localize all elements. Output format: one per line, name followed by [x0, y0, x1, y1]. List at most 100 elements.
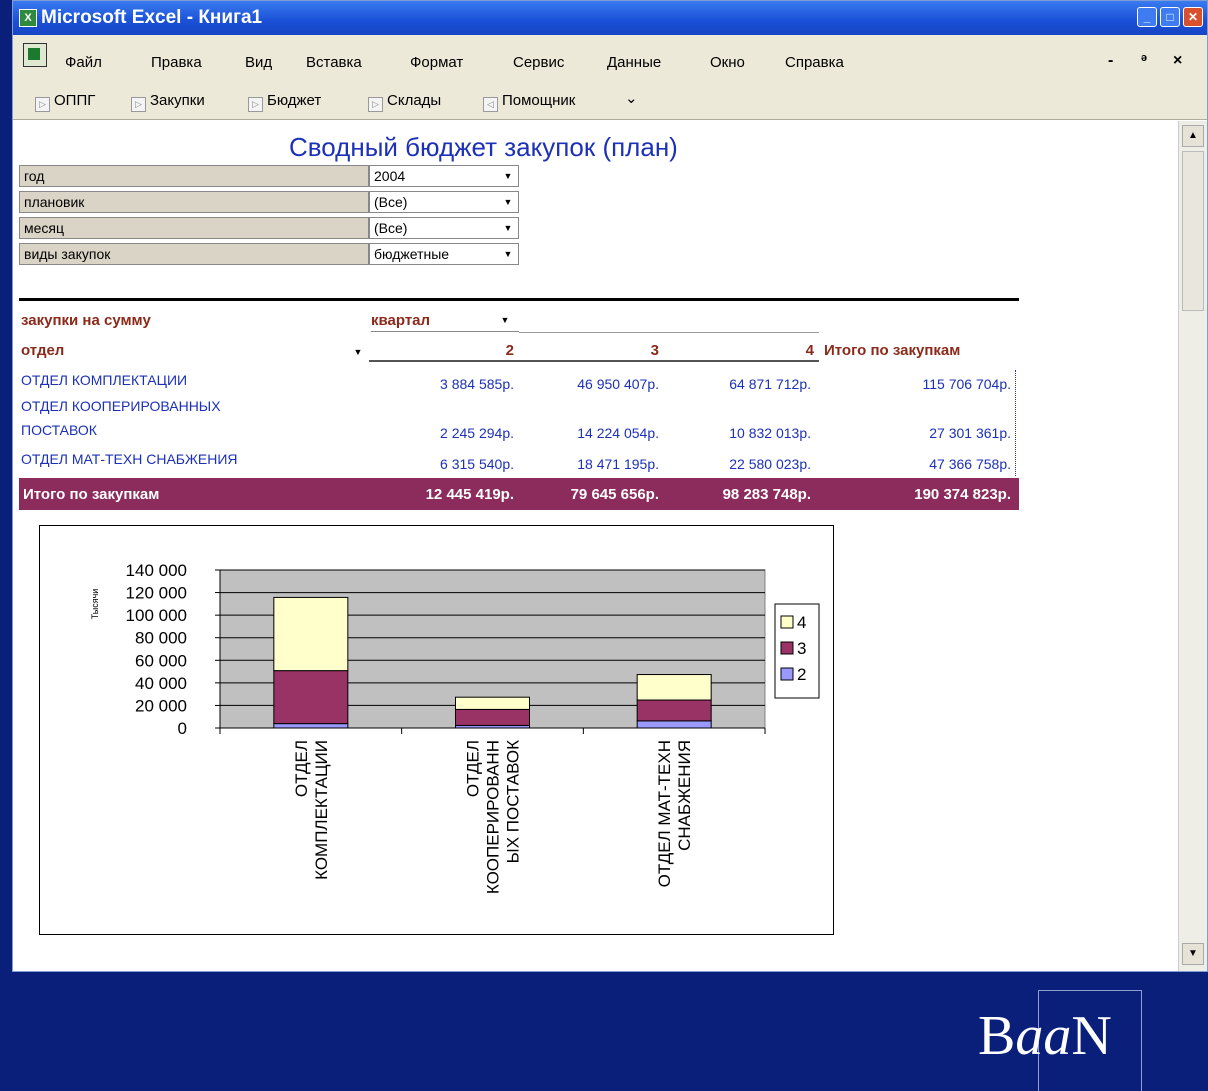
menu-view[interactable]: Вид	[245, 54, 272, 71]
bar-segment	[455, 708, 530, 726]
value-cell-total: 27 301 361р.	[929, 425, 1011, 441]
row-field-dropdown[interactable]: ▼	[344, 342, 368, 362]
menu-edit[interactable]: Правка	[151, 54, 202, 71]
value-cell: 3 884 585р.	[440, 376, 514, 392]
column-header-total: Итого по закупкам	[824, 342, 961, 359]
page-icon: ▷	[368, 97, 383, 112]
toolbar-purchases[interactable]: ▷ Закупки	[131, 92, 205, 112]
y-tick-label: 120 000	[126, 584, 187, 603]
doc-close-button[interactable]: ×	[1173, 52, 1182, 70]
window-title: Microsoft Excel - Книга1	[41, 7, 263, 28]
page-icon: ▷	[35, 97, 50, 112]
dropdown-arrow-icon[interactable]: ▼	[497, 312, 513, 328]
legend-label: 4	[797, 613, 806, 632]
menu-data[interactable]: Данные	[607, 54, 661, 71]
excel-app-icon[interactable]: X	[19, 9, 37, 27]
toolbar-oppg[interactable]: ▷ ОППГ	[35, 92, 95, 112]
minimize-button[interactable]: _	[1137, 7, 1157, 27]
menu-window[interactable]: Окно	[710, 54, 745, 71]
y-tick-label: 80 000	[135, 629, 187, 648]
value-cell: 10 832 013р.	[729, 425, 811, 441]
column-field-button[interactable]: квартал ▼	[371, 309, 519, 332]
row-label: ОТДЕЛ КОМПЛЕКТАЦИИ	[21, 372, 188, 388]
value-cell: 6 315 540р.	[440, 456, 514, 472]
toolbar-assistant[interactable]: ◁ Помощник	[483, 92, 575, 112]
custom-toolbar: ▷ ОППГ ▷ Закупки ▷ Бюджет ▷ Склады ◁ Помощник…	[13, 75, 1207, 120]
menu-file[interactable]: Файл	[65, 54, 102, 71]
page-icon: ▷	[131, 97, 146, 112]
page-field-purchase-type: виды закупок бюджетные ▼	[19, 243, 519, 265]
page-field-label: плановик	[19, 191, 369, 213]
maximize-button[interactable]: □	[1160, 7, 1180, 27]
page-field-value[interactable]: бюджетные ▼	[369, 243, 519, 265]
value-cell-total: 47 366 758р.	[929, 456, 1011, 472]
value-cell: 14 224 054р.	[577, 425, 659, 441]
dropdown-arrow-icon[interactable]: ▼	[500, 194, 516, 210]
column-field-line	[519, 332, 819, 333]
dropdown-arrow-icon[interactable]: ▼	[500, 220, 516, 236]
total-column-border	[1015, 370, 1016, 476]
scroll-thumb[interactable]	[1182, 151, 1204, 311]
logo-text: BaaN	[978, 1005, 1112, 1067]
page-field-label: виды закупок	[19, 243, 369, 265]
legend-label: 2	[797, 665, 806, 684]
toolbar-warehouses[interactable]: ▷ Склады	[368, 92, 441, 112]
y-tick-label: 60 000	[135, 651, 187, 670]
row-label: ОТДЕЛ КООПЕРИРОВАННЫХ	[21, 398, 221, 414]
chart-object[interactable]: 140 000 120 000 100 000 80 000 60 000 40 000 2…	[39, 525, 834, 935]
x-category-label: ОТДЕЛ	[464, 740, 483, 797]
toolbar-options[interactable]: ⌄	[625, 89, 638, 107]
pivot-top-border	[19, 298, 1019, 301]
bar-segment	[273, 670, 349, 725]
column-header: 2	[505, 342, 514, 359]
x-category-label: КООПЕРИРОВАНН	[484, 740, 503, 894]
vertical-scrollbar[interactable]: ▲ ▼	[1178, 121, 1207, 971]
bar-segment	[636, 720, 712, 729]
grand-total-row: Итого по закупкам 12 445 419р. 79 645 65…	[19, 478, 1019, 510]
menu-insert[interactable]: Вставка	[306, 54, 362, 71]
doc-minimize-button[interactable]: -	[1108, 52, 1113, 70]
bar-segment	[273, 723, 349, 729]
page-field-month: месяц (Все) ▼	[19, 217, 519, 239]
value-cell: 46 950 407р.	[577, 376, 659, 392]
title-bar: X Microsoft Excel - Книга1 _ □ ✕	[13, 1, 1207, 35]
page-field-value[interactable]: (Все) ▼	[369, 217, 519, 239]
page-field-value[interactable]: 2004 ▼	[369, 165, 519, 187]
x-category-label: КОМПЛЕКТАЦИИ	[312, 740, 331, 880]
workbook-icon[interactable]	[23, 43, 47, 67]
y-axis-label: Тысячи	[90, 589, 100, 620]
data-field-label: закупки на сумму	[21, 312, 151, 329]
row-label-continued: ПОСТАВОК	[21, 422, 97, 438]
dropdown-arrow-icon[interactable]: ▼	[500, 168, 516, 184]
bar-segment	[636, 699, 712, 722]
x-category-label: ОТДЕЛ МАТ-ТЕХН	[655, 740, 674, 887]
bar-segment	[455, 696, 530, 710]
legend-swatch	[780, 667, 794, 681]
menu-bar: Файл Правка Вид Вставка Формат Сервис Да…	[13, 35, 1207, 75]
bar-segment	[273, 596, 349, 672]
excel-window: X Microsoft Excel - Книга1 _ □ ✕ Файл Пр…	[12, 0, 1208, 972]
menu-help[interactable]: Справка	[785, 54, 844, 71]
value-cell: 18 471 195р.	[577, 456, 659, 472]
page-field-value[interactable]: (Все) ▼	[369, 191, 519, 213]
close-button[interactable]: ✕	[1183, 7, 1203, 27]
toolbar-budget[interactable]: ▷ Бюджет	[248, 92, 321, 112]
menu-format[interactable]: Формат	[410, 54, 463, 71]
page-field-planner: плановик (Все) ▼	[19, 191, 519, 213]
dropdown-arrow-icon[interactable]: ▼	[500, 246, 516, 262]
grand-total-value: 12 445 419р.	[425, 486, 514, 503]
y-tick-label: 140 000	[126, 561, 187, 580]
menu-tools[interactable]: Сервис	[513, 54, 564, 71]
grand-total-value: 98 283 748р.	[722, 486, 811, 503]
y-tick-label: 100 000	[126, 606, 187, 625]
row-field-label: отдел	[21, 342, 65, 359]
x-category-label: СНАБЖЕНИЯ	[675, 740, 694, 851]
scroll-up-arrow-icon[interactable]: ▲	[1182, 125, 1204, 147]
value-cell: 22 580 023р.	[729, 456, 811, 472]
dropdown-arrow-icon[interactable]: ▼	[350, 344, 366, 360]
legend-swatch	[780, 641, 794, 655]
y-tick-label: 20 000	[135, 696, 187, 715]
back-page-icon: ◁	[483, 97, 498, 112]
doc-restore-button[interactable]: ᵊ	[1141, 52, 1147, 70]
scroll-down-arrow-icon[interactable]: ▼	[1182, 943, 1204, 965]
